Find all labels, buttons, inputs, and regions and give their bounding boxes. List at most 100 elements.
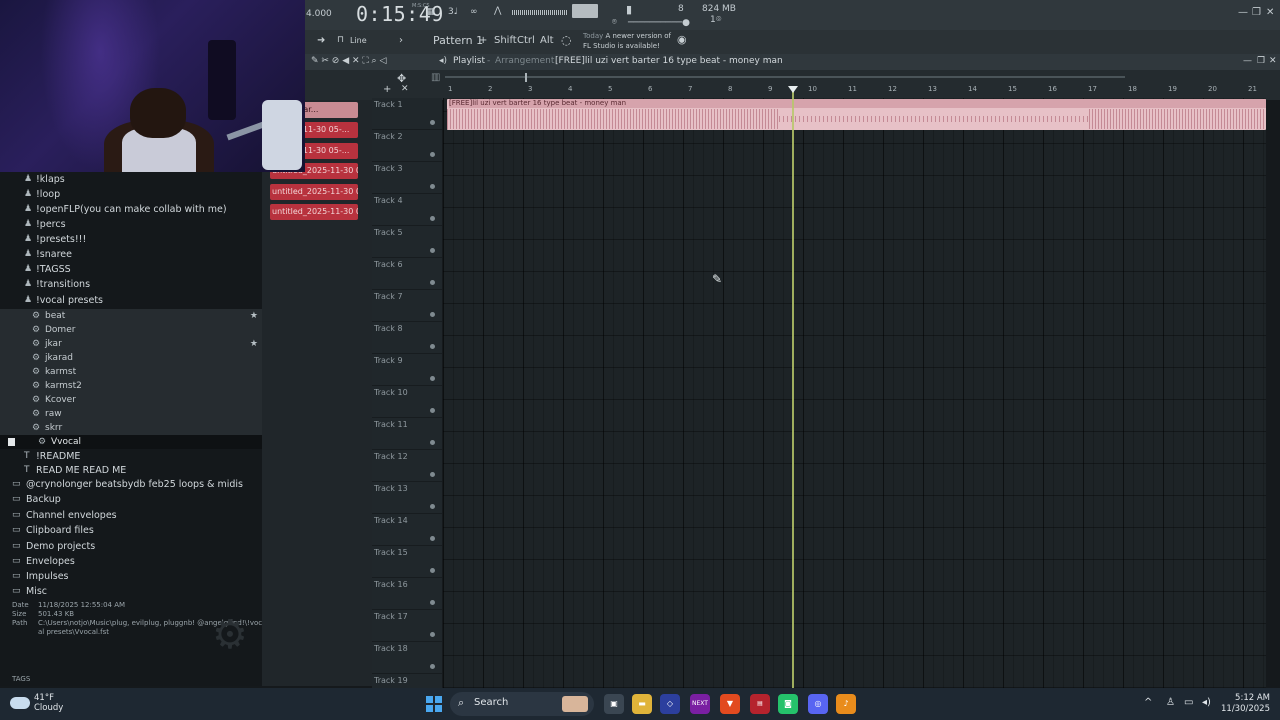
task-view-icon[interactable]: ▣: [604, 694, 624, 714]
piano-icon[interactable]: ▦: [426, 7, 435, 21]
restore-icon[interactable]: ❐: [1252, 7, 1261, 18]
weather-widget[interactable]: 41°F Cloudy: [34, 693, 63, 713]
folder-item[interactable]: ▭ Channel envelopes: [0, 508, 262, 523]
timeline-ruler[interactable]: 1 2 3 4 5 6 7 8 9 10 11 12 13 14 15 16 17 18 19 20 21: [443, 84, 1268, 98]
chevron-right-icon[interactable]: ›: [765, 56, 769, 66]
preset-item[interactable]: ⚙ jkarad: [0, 351, 262, 365]
track-header[interactable]: Track 5: [372, 226, 442, 258]
audio-clip[interactable]: [FREE]lil uzi vert barter 16 type beat -…: [447, 99, 1266, 130]
network-icon[interactable]: ▭: [1184, 697, 1193, 708]
track-header[interactable]: Track 17: [372, 610, 442, 642]
minimize-icon[interactable]: —: [1238, 7, 1248, 18]
track-header[interactable]: Track 3: [372, 162, 442, 194]
magnet-icon[interactable]: ⊓: [337, 35, 344, 45]
taskbar-search[interactable]: ⌕ Search: [450, 692, 594, 716]
browser-item-vocal-presets[interactable]: ♟ !vocal presets: [0, 293, 262, 308]
track-mute-icon[interactable]: [430, 120, 435, 125]
master-volume-slider[interactable]: [572, 4, 598, 18]
browser-item[interactable]: T READ ME READ ME: [0, 463, 262, 478]
track-mute-icon[interactable]: [430, 280, 435, 285]
tempo-display[interactable]: 4.000: [306, 9, 332, 19]
ctrl-key[interactable]: Ctrl: [517, 35, 535, 46]
preset-item[interactable]: ⚙ karmst2: [0, 379, 262, 393]
track-mute-icon[interactable]: [430, 216, 435, 221]
clip-item[interactable]: untitled_2025-11-30 05-...: [270, 184, 358, 200]
track-mute-icon[interactable]: [430, 472, 435, 477]
project-name[interactable]: [FREE]lil uzi vert barter 16 type beat -…: [555, 56, 783, 66]
track-header[interactable]: Track 11: [372, 418, 442, 450]
preset-item[interactable]: ⚙ beat ★: [0, 309, 262, 323]
playhead-marker-icon[interactable]: [788, 86, 798, 93]
track-header[interactable]: Track 6: [372, 258, 442, 290]
fl-studio-taskbar-icon[interactable]: ♪: [836, 694, 856, 714]
folder-item[interactable]: ▭ Impulses: [0, 569, 262, 584]
track-mute-icon[interactable]: [430, 632, 435, 637]
track-header[interactable]: Track 14: [372, 514, 442, 546]
pl-close-icon[interactable]: ✕: [1269, 56, 1277, 66]
alt-key[interactable]: Alt: [540, 35, 554, 46]
fl-logo-icon[interactable]: ◉: [677, 33, 687, 46]
track-mute-icon[interactable]: [430, 184, 435, 189]
browser-item[interactable]: ♟ !presets!!!: [0, 232, 262, 247]
browser-item[interactable]: ♟ !TAGSS: [0, 262, 262, 277]
app-icon[interactable]: ▤: [750, 694, 770, 714]
remove-track-icon[interactable]: ✕: [401, 84, 409, 94]
track-mute-icon[interactable]: [430, 152, 435, 157]
track-mute-icon[interactable]: [430, 248, 435, 253]
folder-item[interactable]: ▭ Backup: [0, 492, 262, 507]
track-mute-icon[interactable]: [430, 536, 435, 541]
track-header[interactable]: Track 18: [372, 642, 442, 674]
browser-item[interactable]: T !README: [0, 449, 262, 464]
track-header[interactable]: Track 8: [372, 322, 442, 354]
tray-chevron-icon[interactable]: ^: [1144, 697, 1152, 708]
tool-icons[interactable]: ✎ ✂ ⊘ ◀ ✕ ⛶ ⌕ ◁: [311, 56, 386, 66]
track-header[interactable]: Track 4: [372, 194, 442, 226]
preset-item-selected[interactable]: ⚙ Vvocal: [0, 435, 262, 449]
windows-start-icon[interactable]: [426, 696, 442, 712]
clip-item[interactable]: untitled_2025-11-30 05-...: [270, 204, 358, 220]
loop-icon[interactable]: ∞: [470, 7, 478, 21]
track-mute-icon[interactable]: [430, 600, 435, 605]
track-header[interactable]: Track 12: [372, 450, 442, 482]
preset-item[interactable]: ⚙ raw: [0, 407, 262, 421]
browser-item[interactable]: ♟ !openFLP(you can make collab with me): [0, 202, 262, 217]
track-header[interactable]: Track 2: [372, 130, 442, 162]
track-header[interactable]: Track 7: [372, 290, 442, 322]
track-mute-icon[interactable]: [430, 312, 435, 317]
star-icon[interactable]: ★: [250, 337, 258, 351]
chat-app-icon[interactable]: ◙: [778, 694, 798, 714]
folder-item[interactable]: ▭ @crynolonger beatsbydb feb25 loops & mi…: [0, 477, 262, 492]
close-icon[interactable]: ✕: [1266, 7, 1274, 18]
update-notice[interactable]: Today A newer version of FL Studio is av…: [583, 31, 671, 51]
system-clock[interactable]: 5:12 AM 11/30/2025: [1221, 693, 1270, 715]
track-mute-icon[interactable]: [430, 504, 435, 509]
next-app-icon[interactable]: NEXT: [690, 694, 710, 714]
preset-item[interactable]: ⚙ karmst: [0, 365, 262, 379]
track-mute-icon[interactable]: [430, 376, 435, 381]
track-header[interactable]: Track 15: [372, 546, 442, 578]
track-header[interactable]: Track 10: [372, 386, 442, 418]
pitch-knob-icon[interactable]: ▮: [626, 3, 632, 17]
track-mute-icon[interactable]: [430, 408, 435, 413]
track-mute-icon[interactable]: [430, 568, 435, 573]
track-header[interactable]: Track 1: [372, 98, 442, 130]
discord-icon[interactable]: ◎: [808, 694, 828, 714]
scroll-thumb[interactable]: [525, 73, 527, 82]
news-bubble-icon[interactable]: ◌: [561, 33, 571, 47]
track-header[interactable]: Track 9: [372, 354, 442, 386]
grid-icon[interactable]: ▥: [431, 72, 440, 83]
track-mute-icon[interactable]: [430, 440, 435, 445]
track-header[interactable]: Track 13: [372, 482, 442, 514]
brave-browser-icon[interactable]: ▼: [720, 694, 740, 714]
horizontal-scrollbar[interactable]: [445, 76, 1125, 78]
pl-restore-icon[interactable]: ❐: [1257, 56, 1265, 66]
pl-minimize-icon[interactable]: —: [1243, 56, 1252, 66]
preset-item[interactable]: ⚙ jkar ★: [0, 337, 262, 351]
folder-item[interactable]: ▭ Demo projects: [0, 539, 262, 554]
arrow-right-icon[interactable]: ➜: [317, 35, 325, 46]
browser-item[interactable]: ♟ !klaps: [0, 172, 262, 187]
snap-icon[interactable]: 3♩: [448, 7, 458, 21]
add-pattern-button[interactable]: +: [479, 35, 487, 46]
vs-code-icon[interactable]: ◇: [660, 694, 680, 714]
folder-item[interactable]: ▭ Envelopes: [0, 554, 262, 569]
